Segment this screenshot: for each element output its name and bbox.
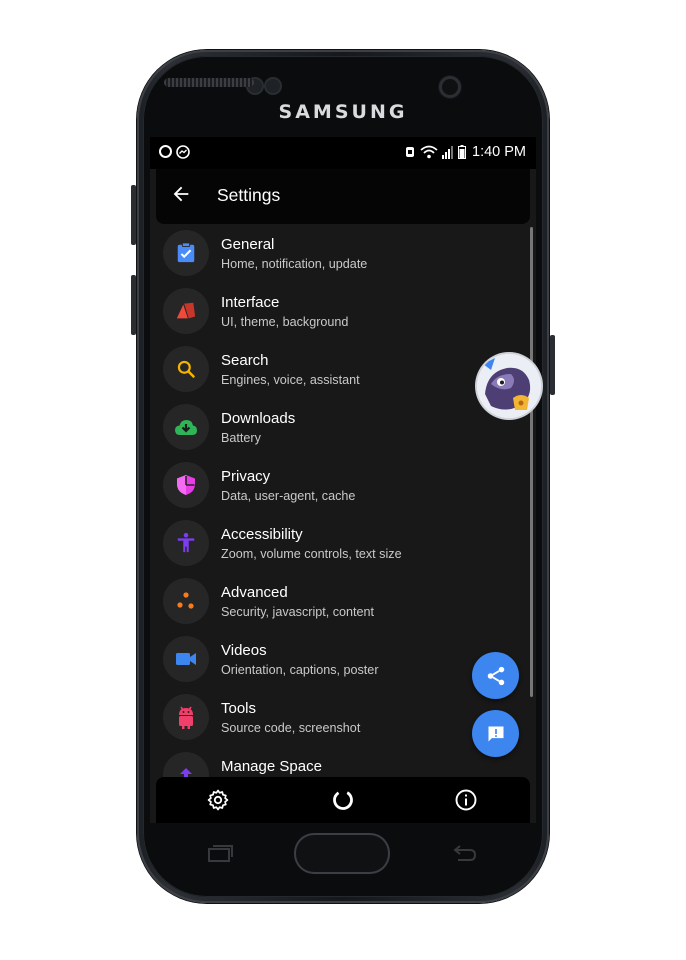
feedback-fab[interactable]: [472, 710, 519, 757]
android-icon: [179, 706, 193, 729]
search-icon: [177, 360, 195, 378]
messenger-icon: [176, 145, 190, 159]
settings-item-label: Downloads: [221, 410, 296, 427]
settings-item-subtitle: Orientation, captions, poster: [221, 663, 379, 677]
recent-apps-key-icon[interactable]: [206, 843, 234, 863]
volume-down-button: [131, 275, 136, 335]
status-bar: 1:40 PM: [150, 137, 536, 169]
accessibility-icon: [177, 532, 195, 553]
settings-item-subtitle: Data, user-agent, cache: [221, 489, 356, 503]
avatar-image: [477, 354, 541, 418]
settings-item-videos[interactable]: Videos Orientation, captions, poster: [150, 630, 520, 688]
settings-item-accessibility[interactable]: Accessibility Zoom, volume controls, tex…: [150, 514, 520, 572]
clipboard-check-icon: [177, 242, 195, 263]
info-icon[interactable]: [454, 788, 478, 812]
chat-head-avatar[interactable]: [477, 354, 541, 418]
settings-item-tools[interactable]: Tools Source code, screenshot: [150, 688, 520, 746]
home-button[interactable]: [296, 835, 388, 872]
settings-item-label: General: [221, 236, 275, 253]
front-camera: [442, 79, 458, 95]
settings-item-label: Advanced: [221, 584, 288, 601]
settings-item-general[interactable]: General Home, notification, update: [150, 224, 520, 282]
feedback-icon: [488, 726, 503, 741]
settings-item-subtitle: Battery: [221, 431, 261, 445]
share-icon: [487, 666, 504, 685]
loading-ring-icon[interactable]: [331, 788, 355, 812]
settings-item-label: Privacy: [221, 468, 271, 485]
settings-item-subtitle: Engines, voice, assistant: [221, 373, 360, 387]
gear-icon[interactable]: [206, 788, 230, 812]
bottom-bar: [156, 777, 530, 823]
app-bar: Settings: [156, 169, 530, 224]
settings-item-advanced[interactable]: Advanced Security, javascript, content: [150, 572, 520, 630]
shield-icon: [177, 475, 195, 495]
earpiece-speaker: [164, 78, 254, 87]
brand-logo: SAMSUNG: [278, 101, 408, 123]
status-time: 1:40 PM: [472, 144, 526, 160]
cloud-download-icon: [175, 420, 197, 435]
battery-icon: [458, 145, 466, 159]
wifi-icon: [420, 145, 438, 159]
settings-item-search[interactable]: Search Engines, voice, assistant: [150, 340, 520, 398]
interface-shapes-icon: [176, 302, 196, 319]
settings-item-subtitle: Security, javascript, content: [221, 605, 375, 619]
settings-item-label: Accessibility: [221, 526, 303, 543]
settings-item-subtitle: Zoom, volume controls, text size: [221, 547, 402, 561]
back-arrow-icon[interactable]: [170, 183, 192, 205]
dots-icon: [177, 592, 194, 609]
share-fab[interactable]: [472, 652, 519, 699]
settings-item-interface[interactable]: Interface UI, theme, background: [150, 282, 520, 340]
volume-up-button: [131, 185, 136, 245]
page-title: Settings: [217, 185, 281, 205]
back-key-icon[interactable]: [450, 843, 478, 863]
signal-icon: [442, 146, 453, 159]
power-button: [550, 335, 555, 395]
scrollbar[interactable]: [530, 227, 533, 697]
screen: 1:40 PM Settings General Home, notificat…: [150, 137, 536, 823]
alarm-icon: [406, 147, 414, 157]
videocam-icon: [176, 653, 196, 665]
settings-item-subtitle: Home, notification, update: [221, 257, 368, 271]
settings-item-label: Tools: [221, 700, 257, 717]
settings-item-privacy[interactable]: Privacy Data, user-agent, cache: [150, 456, 520, 514]
settings-item-downloads[interactable]: Downloads Battery: [150, 398, 520, 456]
light-sensor: [266, 79, 280, 93]
settings-item-label: Interface: [221, 294, 280, 311]
settings-item-label: Manage Space: [221, 758, 322, 775]
settings-item-subtitle: Source code, screenshot: [221, 721, 361, 735]
settings-item-label: Videos: [221, 642, 267, 659]
notification-app-icon: [159, 145, 172, 158]
settings-item-subtitle: UI, theme, background: [221, 315, 349, 329]
settings-item-label: Search: [221, 352, 269, 369]
